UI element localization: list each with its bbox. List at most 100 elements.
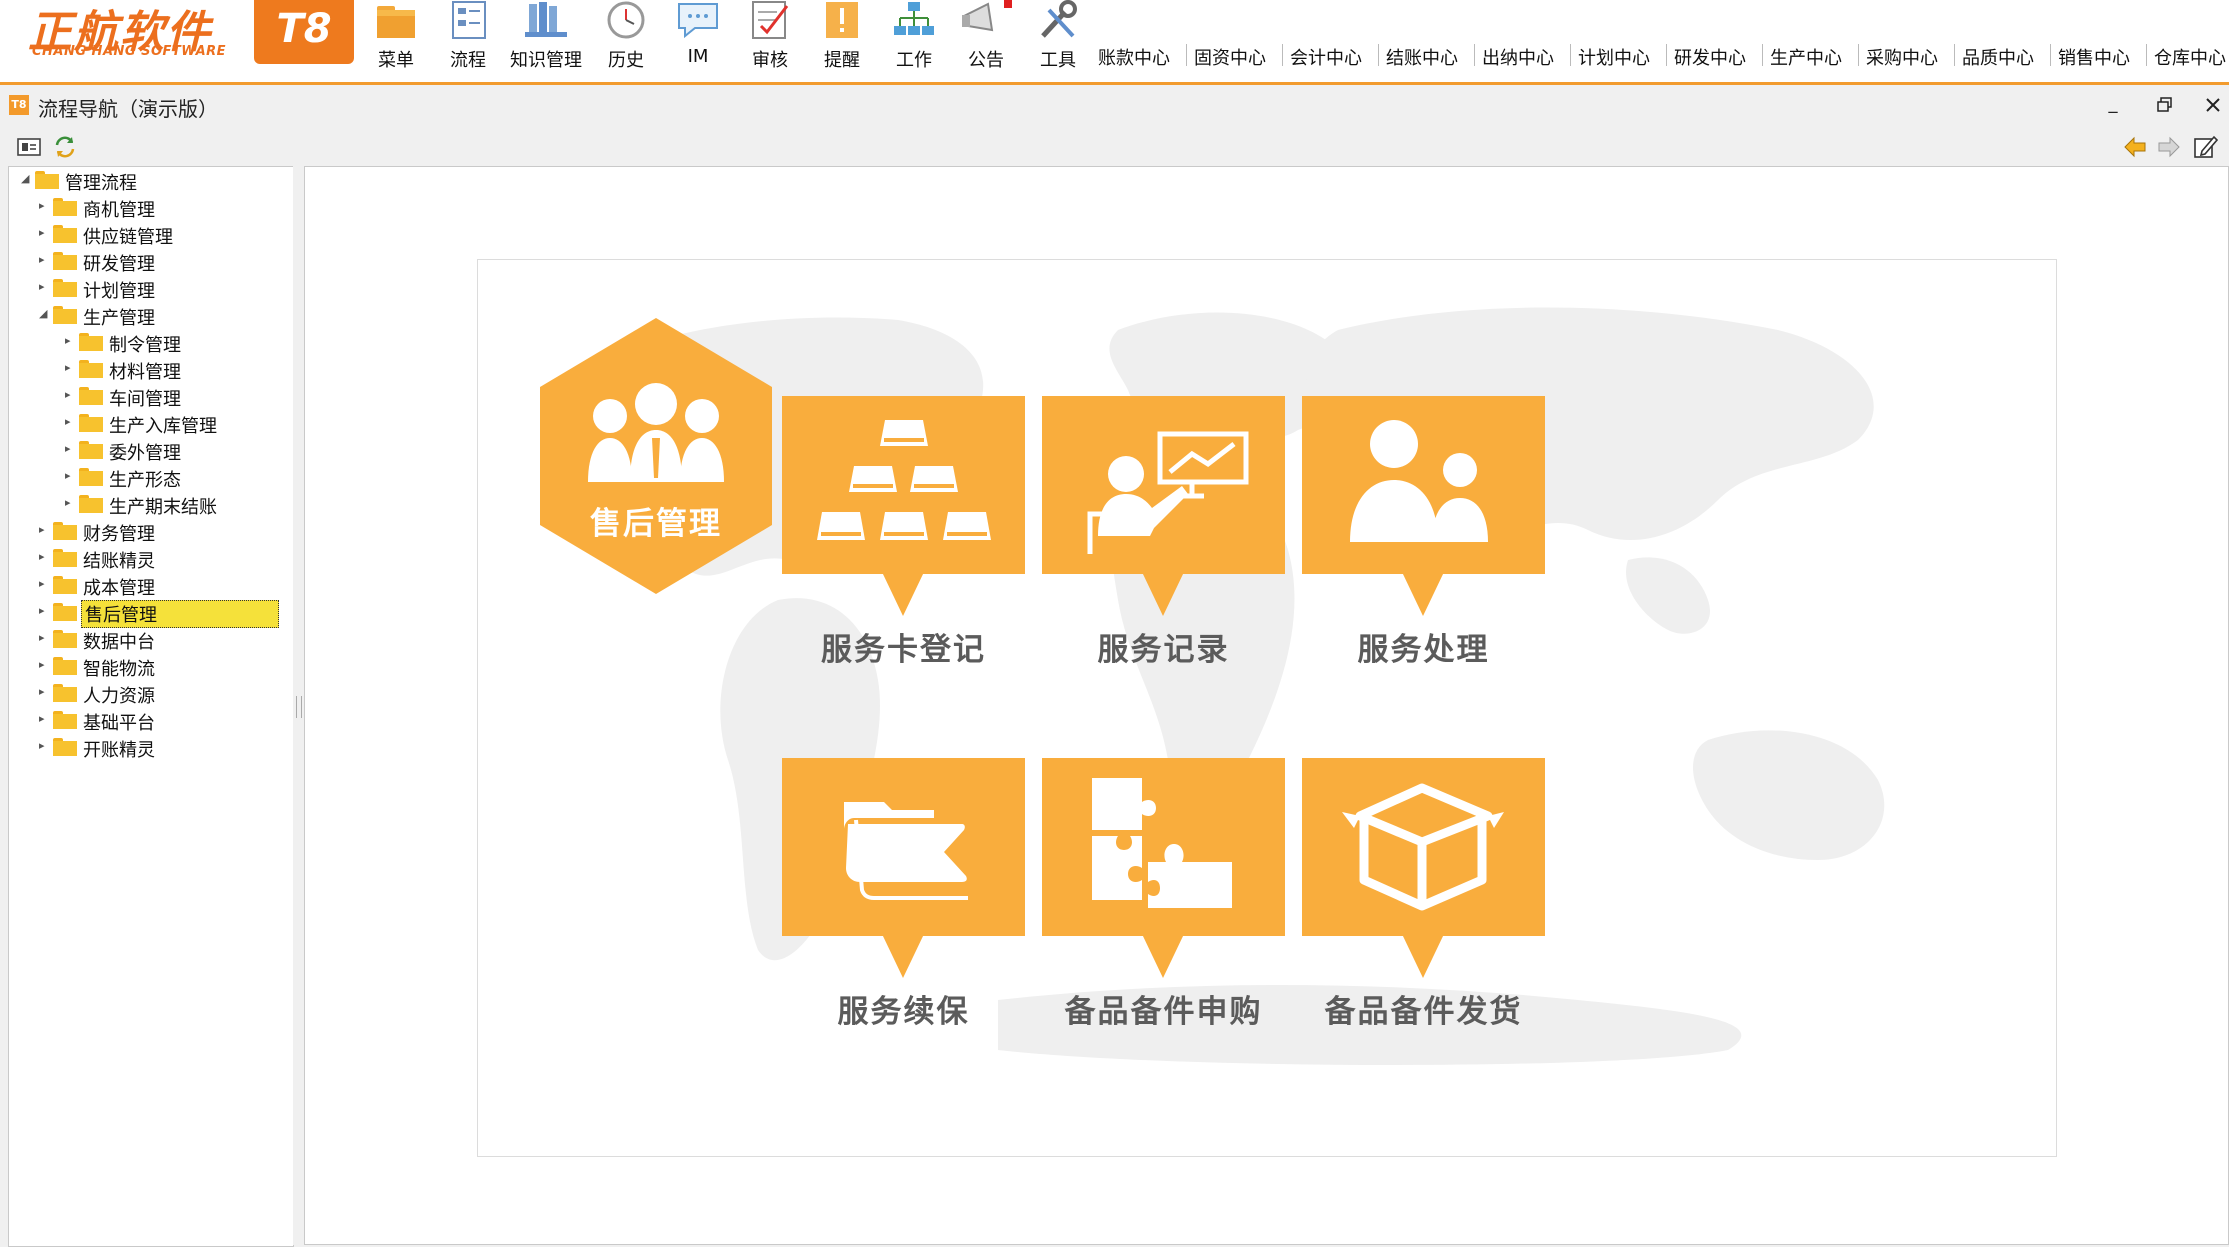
expand-arrow-icon[interactable]: ▸ [65,496,77,512]
top-toolbar: 正航软件 CHANG HANG SOFTWARE T8 菜单 流程 知识管理 历… [0,0,2229,85]
expand-arrow-icon[interactable]: ▸ [39,631,51,647]
separator [1570,44,1571,66]
folder-icon [53,198,77,216]
step-pointer [882,934,924,978]
folder-icon [79,360,103,378]
tree-node-label: 车间管理 [109,389,181,410]
expand-arrow-icon[interactable]: ▸ [39,280,51,296]
expand-arrow-icon[interactable]: ▸ [39,199,51,215]
tree-node-label: 人力资源 [83,686,155,707]
forward-arrow-icon[interactable] [2156,134,2182,160]
folder-icon [53,279,77,297]
tree-node-label: 计划管理 [83,281,155,302]
center-accounts[interactable]: 账款中心 [1098,44,1170,70]
center-rnd[interactable]: 研发中心 [1674,44,1746,70]
step-label: 备品备件发货 [1324,994,1523,1030]
tree-node-label: 生产管理 [83,308,155,329]
presentation-icon [1087,431,1249,554]
puzzle-icon [1092,778,1232,908]
tool-announce-button[interactable]: 公告 [958,0,1014,78]
expand-arrow-icon[interactable]: ▸ [39,604,51,620]
work-org-icon [894,2,934,35]
expand-arrow-icon[interactable]: ▸ [39,253,51,269]
center-production[interactable]: 生产中心 [1770,44,1842,70]
edit-icon[interactable] [2192,134,2218,160]
separator [1378,44,1379,66]
history-clock-icon [607,1,645,39]
tool-knowledge-button[interactable]: 知识管理 [506,0,586,78]
separator [1762,44,1763,66]
expand-arrow-icon[interactable]: ▸ [65,469,77,485]
tool-work-button[interactable]: 工作 [886,0,942,78]
expand-arrow-icon[interactable]: ▸ [65,334,77,350]
tool-announce-label: 公告 [968,50,1004,71]
close-button[interactable] [2196,91,2229,119]
tree-node-label: 智能物流 [83,659,155,680]
tree-node-label: 供应链管理 [83,227,173,248]
tree-node-label: 生产期末结账 [109,497,217,518]
expand-arrow-icon[interactable]: ▸ [65,361,77,377]
expand-arrow-icon[interactable]: ▸ [39,523,51,539]
expand-arrow-icon[interactable]: ▸ [65,415,77,431]
tool-work-label: 工作 [896,50,932,71]
navigator-toolbar [0,128,2229,166]
expand-arrow-icon[interactable]: ▸ [39,685,51,701]
folder-icon [53,225,77,243]
panel-splitter[interactable] [293,166,303,1245]
center-accounting[interactable]: 会计中心 [1290,44,1362,70]
people-icon [1350,420,1488,542]
tool-flow-button[interactable]: 流程 [440,0,496,78]
back-arrow-icon[interactable] [2122,134,2148,160]
expand-arrow-icon[interactable]: ▸ [65,442,77,458]
gold-bars-icon [817,420,991,540]
center-warehouse[interactable]: 仓库中心 [2154,44,2226,70]
folder-icon [53,306,77,324]
expand-arrow-icon[interactable]: ▸ [39,226,51,242]
folder-icon [53,549,77,567]
process-tree: ◢ 管理流程 ▸ 商机管理 ▸ 供应链管理 ▸ 研发管理 ▸ 计划管理 ◢ 生产… [8,166,294,1247]
tool-knowledge-label: 知识管理 [510,50,582,71]
center-purchasing[interactable]: 采购中心 [1866,44,1938,70]
tree-node-label: 开账精灵 [83,740,155,761]
flow-icon [452,1,486,39]
folder-icon [79,468,103,486]
expand-arrow-icon[interactable]: ▸ [39,577,51,593]
tool-menu-label: 菜单 [378,50,414,71]
step-pointer [1402,934,1444,978]
expand-arrow-icon[interactable]: ▸ [39,658,51,674]
restore-icon [2157,97,2172,112]
restore-button[interactable] [2148,91,2182,119]
center-closing[interactable]: 结账中心 [1386,44,1458,70]
center-fixed-assets[interactable]: 固资中心 [1194,44,1266,70]
tool-reminder-button[interactable]: 提醒 [814,0,870,78]
folder-icon [79,333,103,351]
tool-menu-button[interactable]: 菜单 [366,0,426,78]
review-check-icon [752,1,789,39]
tool-im-button[interactable]: IM [670,0,726,78]
collapse-arrow-icon[interactable]: ◢ [21,172,33,188]
knowledge-books-icon [525,2,567,37]
center-planning[interactable]: 计划中心 [1578,44,1650,70]
tool-history-label: 历史 [608,50,644,71]
folder-icon [53,657,77,675]
folder-icon [79,387,103,405]
minimize-button[interactable]: _ [2096,91,2130,119]
center-cashier[interactable]: 出纳中心 [1482,44,1554,70]
center-sales[interactable]: 销售中心 [2058,44,2130,70]
expand-arrow-icon[interactable]: ▸ [39,739,51,755]
tool-tools-button[interactable]: 工具 [1030,0,1086,78]
expand-arrow-icon[interactable]: ▸ [65,388,77,404]
close-icon [2206,98,2220,112]
tool-history-button[interactable]: 历史 [596,0,656,78]
refresh-icon[interactable] [52,134,78,160]
expand-arrow-icon[interactable]: ▸ [39,550,51,566]
expand-arrow-icon[interactable]: ▸ [39,712,51,728]
separator [2146,44,2147,66]
collapse-arrow-icon[interactable]: ◢ [39,307,51,323]
tree-node-label: 材料管理 [109,362,181,383]
tool-review-button[interactable]: 审核 [742,0,798,78]
tree-node-label: 管理流程 [65,173,137,194]
center-quality[interactable]: 品质中心 [1962,44,2034,70]
company-logo: 正航软件 CHANG HANG SOFTWARE T8 [22,0,354,64]
tree-view-icon[interactable] [16,134,42,160]
